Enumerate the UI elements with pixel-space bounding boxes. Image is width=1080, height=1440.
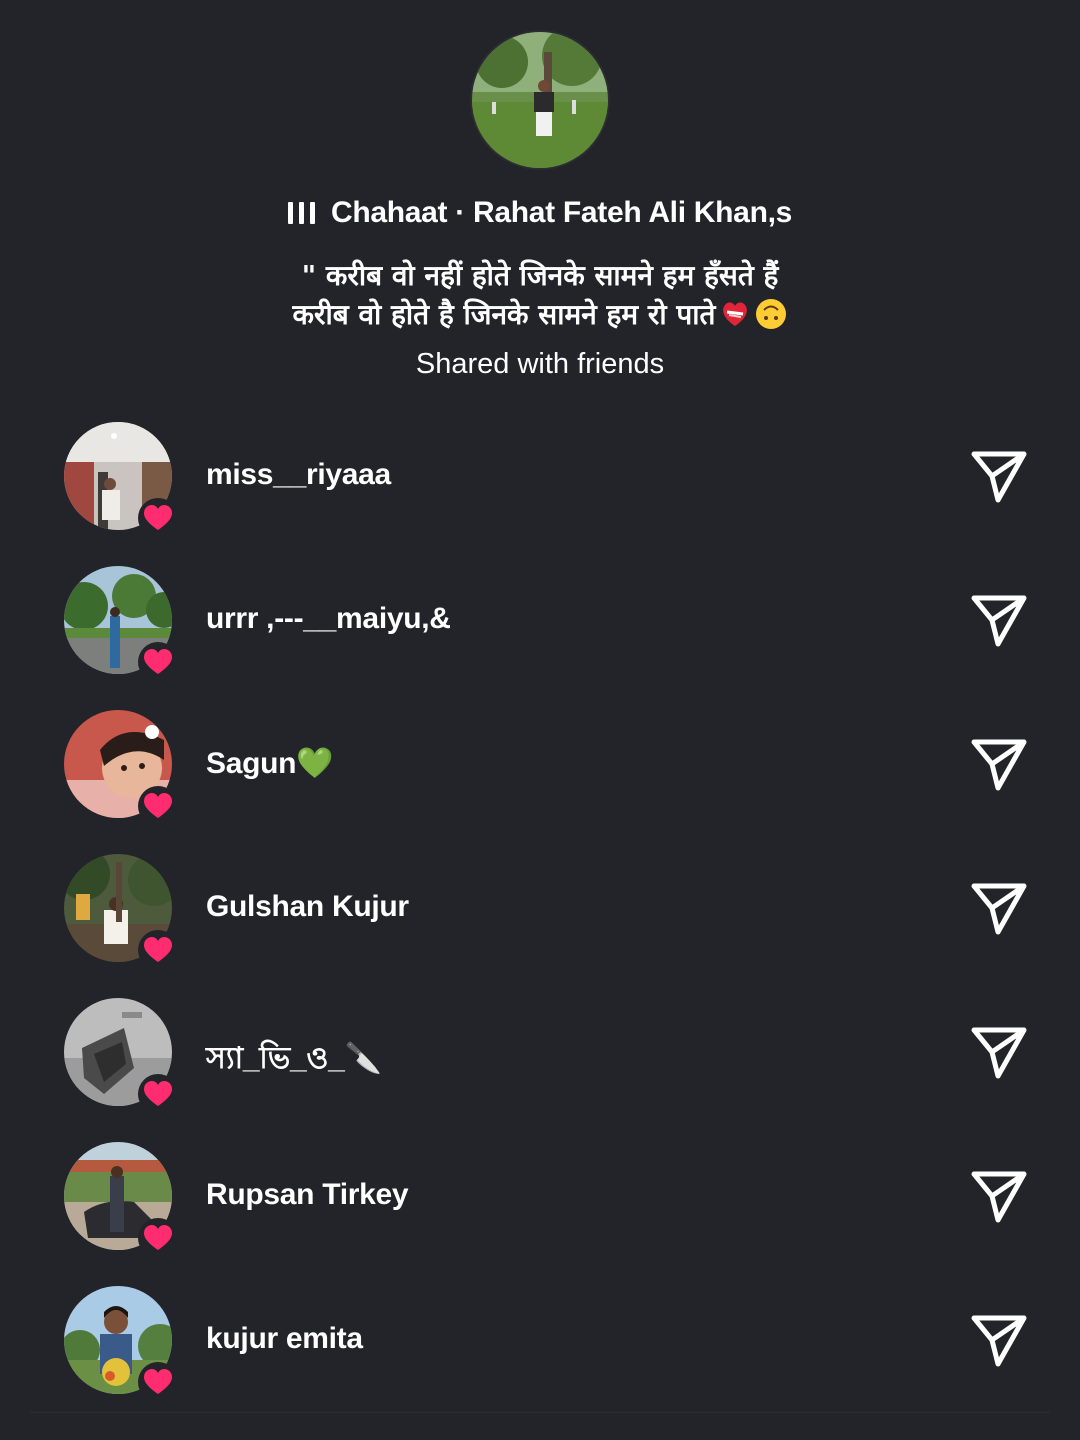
divider <box>30 1412 1050 1413</box>
liked-heart-icon <box>138 1074 178 1114</box>
caption-line-1: " करीब वो नहीं होते जिनके सामने हम हँसते… <box>301 259 779 292</box>
send-icon[interactable] <box>968 1312 1030 1370</box>
friend-row[interactable]: kujur emita <box>0 1276 1080 1420</box>
song-row[interactable]: Chahaat · Rahat Fateh Ali Khan,s <box>0 196 1080 230</box>
liked-heart-icon <box>138 642 178 682</box>
send-icon[interactable] <box>968 592 1030 650</box>
music-bars-icon <box>287 201 315 225</box>
send-icon[interactable] <box>968 880 1030 938</box>
send-icon[interactable] <box>968 1024 1030 1082</box>
friend-row[interactable]: urrr ,---__maiyu,& <box>0 556 1080 700</box>
liked-heart-icon <box>138 1218 178 1258</box>
friend-name[interactable]: miss__riyaaa <box>206 458 391 492</box>
story-profile-avatar[interactable] <box>472 32 608 168</box>
liked-heart-icon <box>138 786 178 826</box>
friend-name[interactable]: Sagun💚 <box>206 746 334 781</box>
liked-heart-icon <box>138 498 178 538</box>
caption-line-2: करीब वो होते है जिनके सामने हम रो पाते <box>0 295 1080 334</box>
send-icon[interactable] <box>968 1168 1030 1226</box>
friend-name[interactable]: Gulshan Kujur <box>206 890 409 924</box>
liked-heart-icon <box>138 930 178 970</box>
friend-row[interactable]: miss__riyaaa <box>0 412 1080 556</box>
caption-line-2-text: करीब वो होते है जिनके सामने हम रो पाते <box>292 298 716 331</box>
friend-list: miss__riyaaa urrr ,---__maiyu,& Sagun💚 G… <box>0 412 1080 1420</box>
friend-name[interactable]: urrr ,---__maiyu,& <box>206 602 451 636</box>
shared-with-friends-label: Shared with friends <box>415 348 665 380</box>
send-icon[interactable] <box>968 736 1030 794</box>
friend-row[interactable]: Sagun💚 <box>0 700 1080 844</box>
upside-down-face-emoji-icon <box>756 299 787 329</box>
friend-name[interactable]: স্যা_ভি_ও_🔪 <box>206 1034 382 1085</box>
friend-row[interactable]: Gulshan Kujur <box>0 844 1080 988</box>
friend-row[interactable]: Rupsan Tirkey <box>0 1132 1080 1276</box>
friend-name[interactable]: Rupsan Tirkey <box>206 1178 409 1212</box>
story-caption: " करीब वो नहीं होते जिनके सामने हम हँसते… <box>0 256 1080 334</box>
friend-name[interactable]: kujur emita <box>206 1322 363 1356</box>
send-icon[interactable] <box>968 448 1030 506</box>
liked-heart-icon <box>138 1362 178 1402</box>
friend-row[interactable]: স্যা_ভি_ও_🔪 <box>0 988 1080 1132</box>
mending-heart-emoji-icon <box>723 302 748 326</box>
song-title: Chahaat · Rahat Fateh Ali Khan,s <box>330 196 793 229</box>
